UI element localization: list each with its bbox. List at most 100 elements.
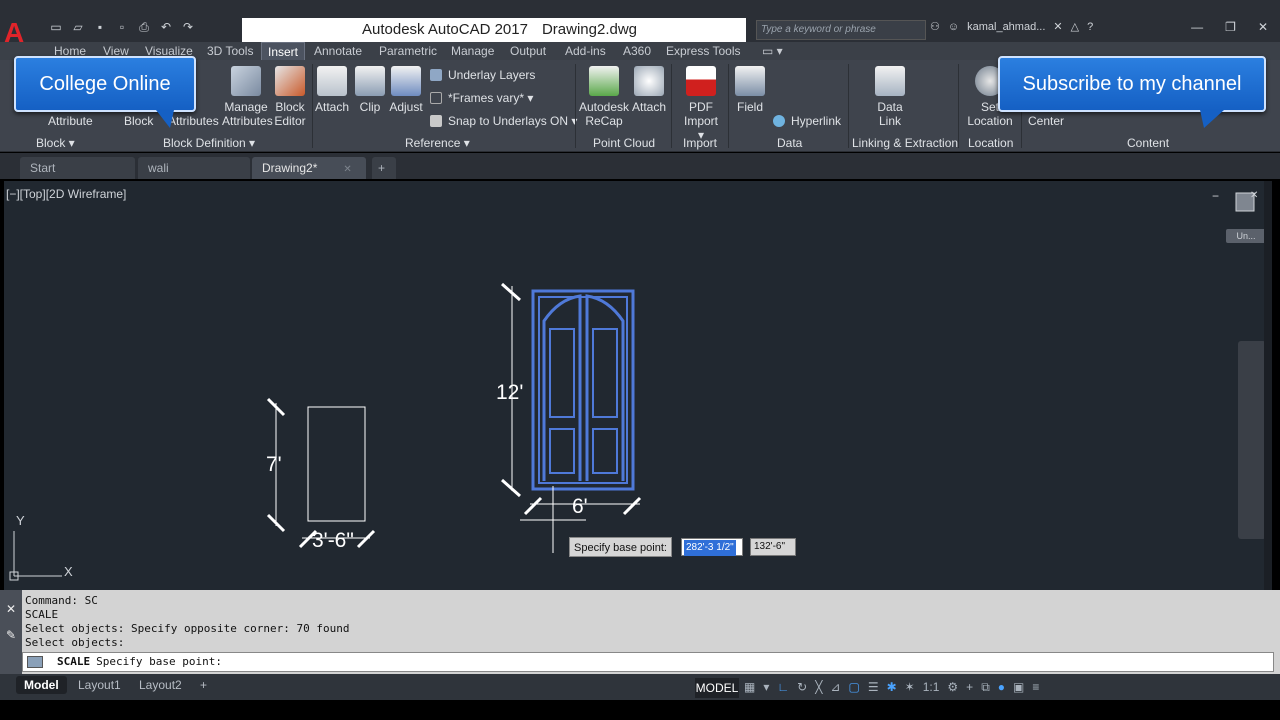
plot-icon[interactable]: ⎙ xyxy=(136,20,152,34)
field-button[interactable]: Field xyxy=(734,66,766,114)
open-icon[interactable]: ▱ xyxy=(70,20,86,34)
annotation-icon[interactable]: ✱ xyxy=(887,680,897,695)
attributes-button[interactable]: Attributes xyxy=(168,114,219,128)
save-icon[interactable]: ▪ xyxy=(92,20,108,34)
dynamic-input-x[interactable]: 282'-3 1/2" xyxy=(681,538,743,556)
frames-vary-dropdown[interactable]: *Frames vary* ▾ xyxy=(430,91,533,105)
file-tab-drawing2[interactable]: Drawing2* ✕ xyxy=(252,157,366,179)
attach-button[interactable]: Attach xyxy=(314,66,350,114)
block-button[interactable]: Block xyxy=(124,114,153,128)
underlay-layers-button[interactable]: Underlay Layers xyxy=(430,68,535,82)
dynamic-input-y[interactable]: 132'-6" xyxy=(750,538,796,556)
attribute-button[interactable]: Attribute xyxy=(48,114,93,128)
binoculars-icon[interactable]: ⚇ xyxy=(930,20,940,33)
tab-a360[interactable]: A360 xyxy=(623,44,651,58)
tab-insert[interactable]: Insert xyxy=(261,42,306,60)
new-icon[interactable]: ▭ xyxy=(48,20,64,34)
gear-icon[interactable]: ⚙ xyxy=(947,680,958,695)
restore-icon[interactable]: ❐ xyxy=(1225,20,1236,34)
ortho-icon[interactable]: ∟ xyxy=(777,680,789,695)
opening-rectangle[interactable] xyxy=(307,406,366,522)
file-tab-start[interactable]: Start xyxy=(20,157,135,179)
rectangle-dimensions[interactable] xyxy=(266,397,376,549)
snap-underlays-dropdown[interactable]: Snap to Underlays ON ▾ xyxy=(430,114,577,128)
panel-title-data: Data xyxy=(777,136,803,150)
saveas-icon[interactable]: ▫ xyxy=(114,20,130,34)
attach-label: Attach xyxy=(314,100,350,114)
wrench-icon[interactable]: ✎ xyxy=(0,628,22,642)
ribbon-options-icon[interactable]: ▭ ▾ xyxy=(762,44,783,58)
tab-output[interactable]: Output xyxy=(510,44,546,58)
layout-tab-model[interactable]: Model xyxy=(16,676,67,694)
autodesk-recap-button[interactable]: Autodesk ReCap xyxy=(579,66,629,128)
grid-icon[interactable]: ▦ xyxy=(744,680,755,695)
door-block[interactable] xyxy=(531,289,635,491)
viewport-scrollbar[interactable] xyxy=(1264,181,1272,590)
viewcube-icon[interactable]: − ✕ xyxy=(1212,189,1258,212)
object-snap-tracking-icon[interactable]: ▢ xyxy=(848,680,859,695)
hardware-acceleration-icon[interactable]: ● xyxy=(998,680,1005,695)
isolate-icon[interactable]: ⧉ xyxy=(981,680,990,695)
tab-parametric[interactable]: Parametric xyxy=(379,44,437,58)
manage-attributes-button[interactable]: Manage Attributes xyxy=(222,66,273,128)
plus-icon[interactable]: + xyxy=(966,680,973,695)
redo-icon[interactable]: ↷ xyxy=(180,20,196,34)
data-link-button[interactable]: Data Link xyxy=(872,66,908,128)
clip-button[interactable]: Clip xyxy=(354,66,386,114)
tab-add-ins[interactable]: Add-ins xyxy=(565,44,606,58)
hyperlink-button[interactable]: Hyperlink xyxy=(773,114,841,128)
exchange-icon[interactable]: ✕ xyxy=(1053,20,1062,33)
tab-annotate[interactable]: Annotate xyxy=(314,44,362,58)
file-name: Drawing2.dwg xyxy=(541,21,637,38)
adjust-button[interactable]: Adjust xyxy=(389,66,423,114)
help-icon[interactable]: ? xyxy=(1087,21,1093,33)
layout-tab-layout2[interactable]: Layout2 xyxy=(131,676,190,694)
undo-icon[interactable]: ↶ xyxy=(158,20,174,34)
tab-3d-tools[interactable]: 3D Tools xyxy=(207,44,253,58)
design-center-button[interactable]: Center xyxy=(1028,114,1064,128)
panel-title-block-definition[interactable]: Block Definition ▾ xyxy=(163,136,255,150)
add-layout-icon[interactable]: + xyxy=(192,676,215,694)
command-input[interactable]: SCALE Specify base point: xyxy=(22,652,1274,672)
recap-label-2: ReCap xyxy=(585,114,623,128)
new-tab-icon[interactable]: + xyxy=(372,157,396,179)
isodraft-icon[interactable]: ╳ xyxy=(815,680,822,695)
clean-screen-icon[interactable]: ▣ xyxy=(1013,680,1024,695)
a360-icon[interactable]: △ xyxy=(1071,20,1079,33)
underlay-layers-label: Underlay Layers xyxy=(448,68,536,82)
manage-attributes-icon xyxy=(231,66,261,96)
object-snap-icon[interactable]: ⊿ xyxy=(830,680,840,695)
model-space-button[interactable]: MODEL xyxy=(695,678,739,698)
scale-label[interactable]: 1:1 xyxy=(923,680,940,695)
customization-icon[interactable]: ≡ xyxy=(1032,680,1039,695)
user-icon[interactable]: ☺ xyxy=(948,21,959,33)
navigation-bar[interactable] xyxy=(1238,341,1266,539)
drawing-viewport[interactable]: [−][Top][2D Wireframe] − ✕ Y X 12' 6' 7'… xyxy=(4,181,1272,590)
command-icon[interactable] xyxy=(27,656,43,668)
current-prompt: Specify base point: xyxy=(96,655,222,668)
panel-title-block[interactable]: Block ▾ xyxy=(36,136,75,150)
tab-manage[interactable]: Manage xyxy=(451,44,494,58)
close-icon[interactable]: ✕ xyxy=(1258,20,1268,34)
layout-tab-layout1[interactable]: Layout1 xyxy=(70,676,129,694)
point-cloud-attach-button[interactable]: Attach xyxy=(631,66,667,114)
block-editor-button[interactable]: Block Editor xyxy=(272,66,308,128)
quick-access-toolbar: ▭ ▱ ▪ ▫ ⎙ ↶ ↷ xyxy=(48,20,196,34)
field-icon xyxy=(735,66,765,96)
close-icon[interactable]: ✕ xyxy=(0,602,22,616)
user-name[interactable]: kamal_ahmad... xyxy=(967,21,1045,33)
close-icon[interactable]: ✕ xyxy=(343,164,351,175)
snap-icon[interactable]: ▾ xyxy=(763,680,769,695)
hyperlink-icon xyxy=(773,115,785,127)
panel-title-reference[interactable]: Reference ▾ xyxy=(405,136,470,150)
workspace-icon[interactable]: ✶ xyxy=(905,680,915,695)
lineweight-icon[interactable]: ☰ xyxy=(868,680,879,695)
unnamed-ucs-button[interactable]: Un... xyxy=(1226,229,1266,243)
minimize-icon[interactable]: — xyxy=(1191,20,1203,34)
command-side-strip: ✕ ✎ xyxy=(0,590,22,674)
search-input[interactable]: Type a keyword or phrase xyxy=(756,20,926,40)
pdf-import-button[interactable]: PDF Import ▾ xyxy=(680,66,722,142)
polar-icon[interactable]: ↻ xyxy=(797,680,807,695)
file-tab-wali-library[interactable]: wali library*✕ xyxy=(138,157,250,197)
tab-express-tools[interactable]: Express Tools xyxy=(666,44,740,58)
